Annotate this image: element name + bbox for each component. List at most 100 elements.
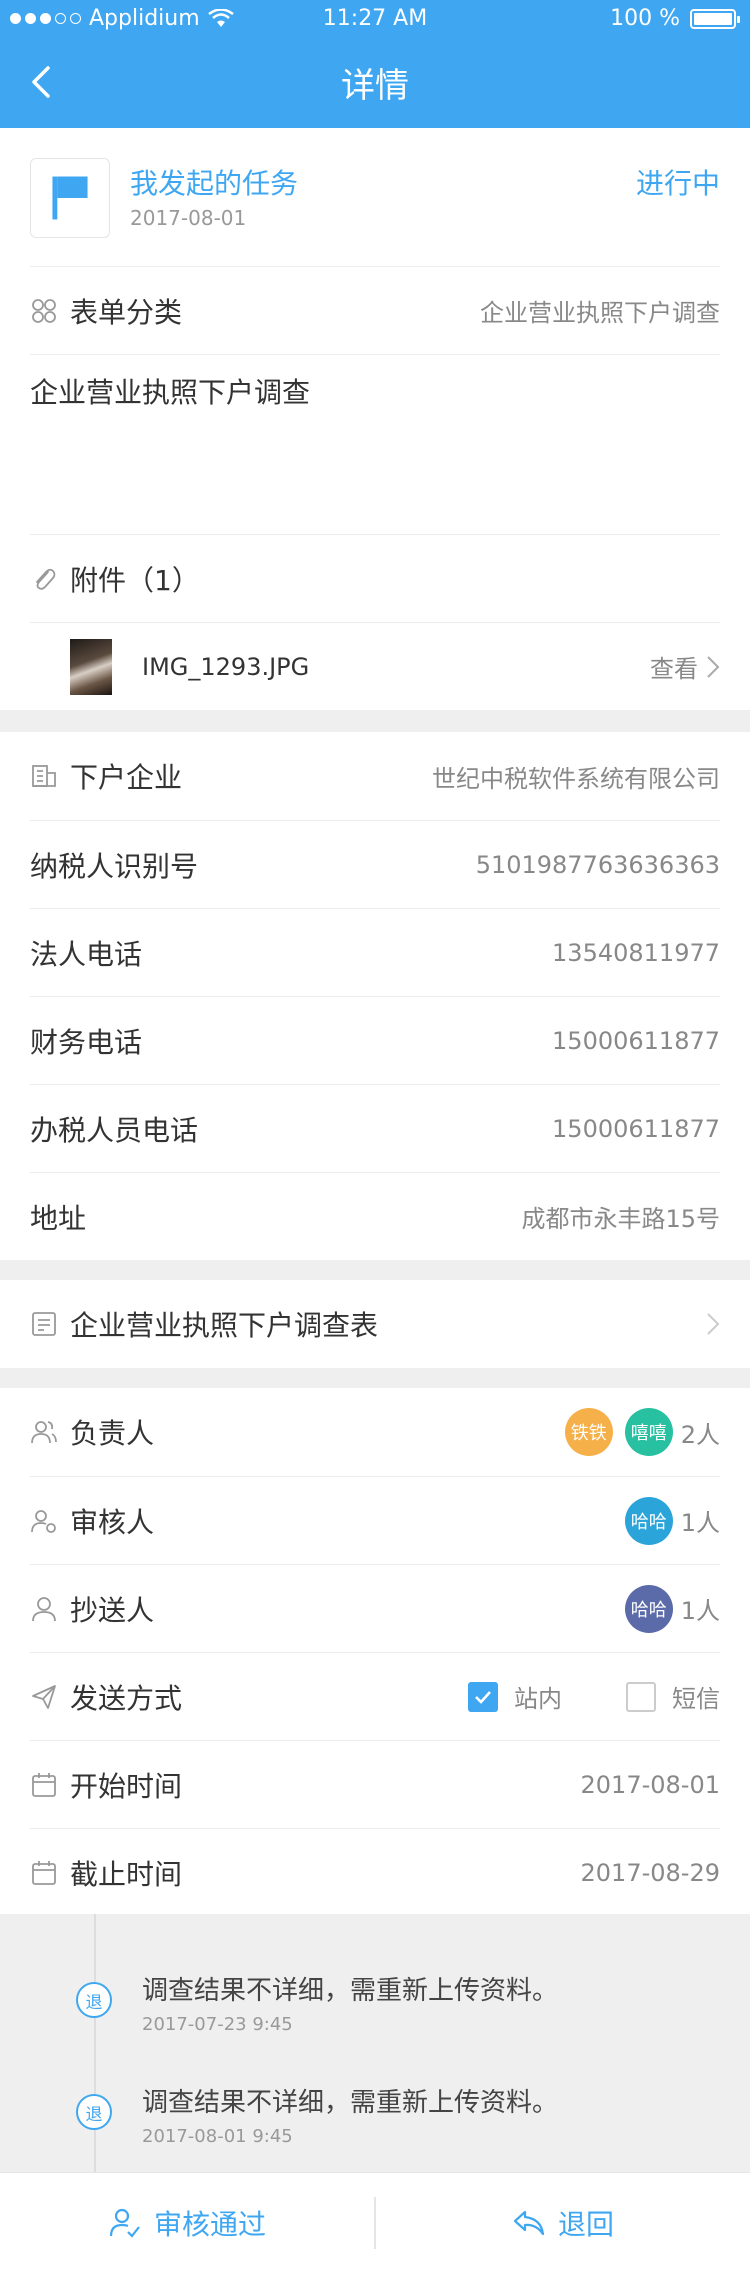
form-category-value: 企业营业执照下户调查 [480, 299, 720, 327]
attachment-item[interactable]: IMG_1293.JPG 查看 [30, 622, 720, 710]
cc-count: 1人 [680, 1597, 720, 1625]
assignment-card: 负责人 铁铁 嘻嘻 2人 审核人 哈哈 1人 抄送人 哈哈 1人 发送方式 站内 [0, 1388, 750, 1914]
taxpayer-id-label: 纳税人识别号 [30, 849, 199, 883]
calendar-icon [32, 1860, 56, 1885]
legal-phone-row: 法人电话 13540811977 [30, 908, 720, 996]
tax-staff-phone-value: 15000611877 [552, 1114, 720, 1143]
tax-staff-phone-row: 办税人员电话 15000611877 [30, 1084, 720, 1172]
app-header: Applidium 11:27 AM 100 % 详情 [0, 0, 750, 128]
reply-arrow-icon [513, 2210, 545, 2236]
description-text: 企业营业执照下户调查 [30, 376, 311, 409]
legal-phone-value: 13540811977 [552, 938, 720, 967]
start-date-label: 开始时间 [70, 1769, 183, 1803]
category-icon [32, 298, 56, 323]
reviewer-row[interactable]: 审核人 哈哈 1人 [30, 1476, 720, 1564]
return-badge-icon: 退 [76, 1982, 112, 2018]
status-bar: Applidium 11:27 AM 100 % [0, 0, 750, 40]
responsible-label: 负责人 [70, 1417, 155, 1450]
battery-percent: 100 % [610, 6, 680, 31]
checkbox-checked[interactable] [468, 1681, 498, 1712]
responsible-avatars: 铁铁 嘻嘻 2人 [553, 1408, 720, 1456]
bottom-action-bar: 审核通过 退回 [0, 2172, 750, 2272]
checkbox-unchecked[interactable] [626, 1681, 656, 1712]
survey-form-label: 企业营业执照下户调查表 [70, 1309, 379, 1342]
start-date-row[interactable]: 开始时间 2017-08-01 [30, 1740, 720, 1828]
return-badge-icon: 退 [76, 2094, 112, 2130]
send-method-row: 发送方式 站内 短信 [30, 1652, 720, 1740]
start-date-value: 2017-08-01 [580, 1770, 720, 1799]
cc-label: 抄送人 [70, 1593, 155, 1627]
survey-form-row[interactable]: 企业营业执照下户调查表 [30, 1280, 720, 1368]
send-method-label: 发送方式 [70, 1681, 183, 1715]
option-in-app[interactable]: 站内 [468, 1679, 562, 1714]
view-label: 查看 [650, 655, 698, 683]
avatar[interactable]: 铁铁 [564, 1408, 613, 1456]
timeline-time: 2017-08-01 9:45 [142, 2126, 293, 2147]
chevron-right-icon [707, 1313, 720, 1335]
task-status: 进行中 [635, 167, 720, 200]
company-label: 下户企业 [70, 761, 183, 794]
finance-phone-label: 财务电话 [30, 1025, 143, 1059]
approve-user-icon [109, 2208, 140, 2238]
end-date-value: 2017-08-29 [580, 1858, 720, 1887]
attachment-file-name: IMG_1293.JPG [142, 652, 310, 681]
legal-phone-label: 法人电话 [30, 937, 143, 971]
avatar[interactable]: 哈哈 [624, 1584, 673, 1633]
history-timeline: 退 调查结果不详细，需重新上传资料。 2017-07-23 9:45 退 调查结… [0, 1914, 750, 2172]
timeline-item: 退 调查结果不详细，需重新上传资料。 2017-08-01 9:45 [76, 2082, 696, 2162]
address-value: 成都市永丰路15号 [521, 1205, 720, 1233]
building-icon [32, 765, 56, 787]
send-method-options: 站内 短信 [468, 1679, 720, 1714]
timeline-item: 退 调查结果不详细，需重新上传资料。 2017-07-23 9:45 [76, 1970, 696, 2050]
attachments-label: 附件（1） [70, 563, 200, 597]
survey-form-card[interactable]: 企业营业执照下户调查表 [0, 1280, 750, 1368]
finance-phone-row: 财务电话 15000611877 [30, 996, 720, 1084]
timeline-text: 调查结果不详细，需重新上传资料。 [142, 2088, 559, 2118]
attachments-header: 附件（1） [30, 534, 720, 622]
battery-icon [690, 8, 740, 29]
send-icon [32, 1684, 56, 1709]
reviewer-label: 审核人 [70, 1505, 155, 1539]
reviewer-icon [31, 1509, 56, 1533]
option-sms[interactable]: 短信 [626, 1679, 720, 1714]
chevron-right-icon [707, 655, 720, 678]
view-attachment-link[interactable]: 查看 [650, 649, 720, 684]
task-title: 我发起的任务 [130, 167, 299, 200]
form-category-label: 表单分类 [70, 295, 183, 329]
people-icon [31, 1421, 57, 1444]
approve-label: 审核通过 [153, 2208, 266, 2241]
taxpayer-id-value: 5101987763636363 [475, 850, 720, 879]
avatar[interactable]: 嘻嘻 [624, 1408, 673, 1456]
paperclip-icon [36, 568, 56, 590]
responsible-row[interactable]: 负责人 铁铁 嘻嘻 2人 [30, 1388, 720, 1476]
timeline-time: 2017-07-23 9:45 [142, 2014, 293, 2035]
page-title: 详情 [341, 66, 409, 106]
task-card: 我发起的任务 2017-08-01 进行中 表单分类 企业营业执照下户调查 企业… [0, 128, 750, 710]
reviewer-count: 1人 [680, 1509, 720, 1537]
approve-button[interactable]: 审核通过 [0, 2173, 374, 2272]
task-date: 2017-08-01 [130, 206, 247, 230]
reviewer-avatars: 哈哈 1人 [613, 1496, 720, 1545]
cc-row[interactable]: 抄送人 哈哈 1人 [30, 1564, 720, 1652]
battery-info: 100 % [610, 6, 740, 31]
return-label: 退回 [557, 2208, 614, 2241]
description-area: 企业营业执照下户调查 [30, 354, 720, 534]
form-icon [32, 1312, 56, 1336]
return-button[interactable]: 退回 [376, 2173, 750, 2272]
responsible-count: 2人 [680, 1420, 720, 1449]
option-in-app-label: 站内 [514, 1685, 562, 1713]
cc-avatars: 哈哈 1人 [613, 1584, 720, 1633]
option-sms-label: 短信 [672, 1685, 720, 1713]
avatar[interactable]: 哈哈 [624, 1496, 673, 1545]
finance-phone-value: 15000611877 [552, 1026, 720, 1055]
tax-staff-phone-label: 办税人员电话 [30, 1113, 199, 1147]
end-date-label: 截止时间 [70, 1857, 183, 1891]
calendar-icon [32, 1772, 56, 1797]
company-info-card: 下户企业 世纪中税软件系统有限公司 纳税人识别号 510198776363636… [0, 732, 750, 1260]
address-label: 地址 [30, 1201, 87, 1235]
end-date-row[interactable]: 截止时间 2017-08-29 [30, 1828, 720, 1916]
company-row: 下户企业 世纪中税软件系统有限公司 [30, 732, 720, 820]
person-icon [32, 1596, 56, 1621]
flag-icon [30, 158, 110, 238]
company-value: 世纪中税软件系统有限公司 [432, 764, 720, 793]
